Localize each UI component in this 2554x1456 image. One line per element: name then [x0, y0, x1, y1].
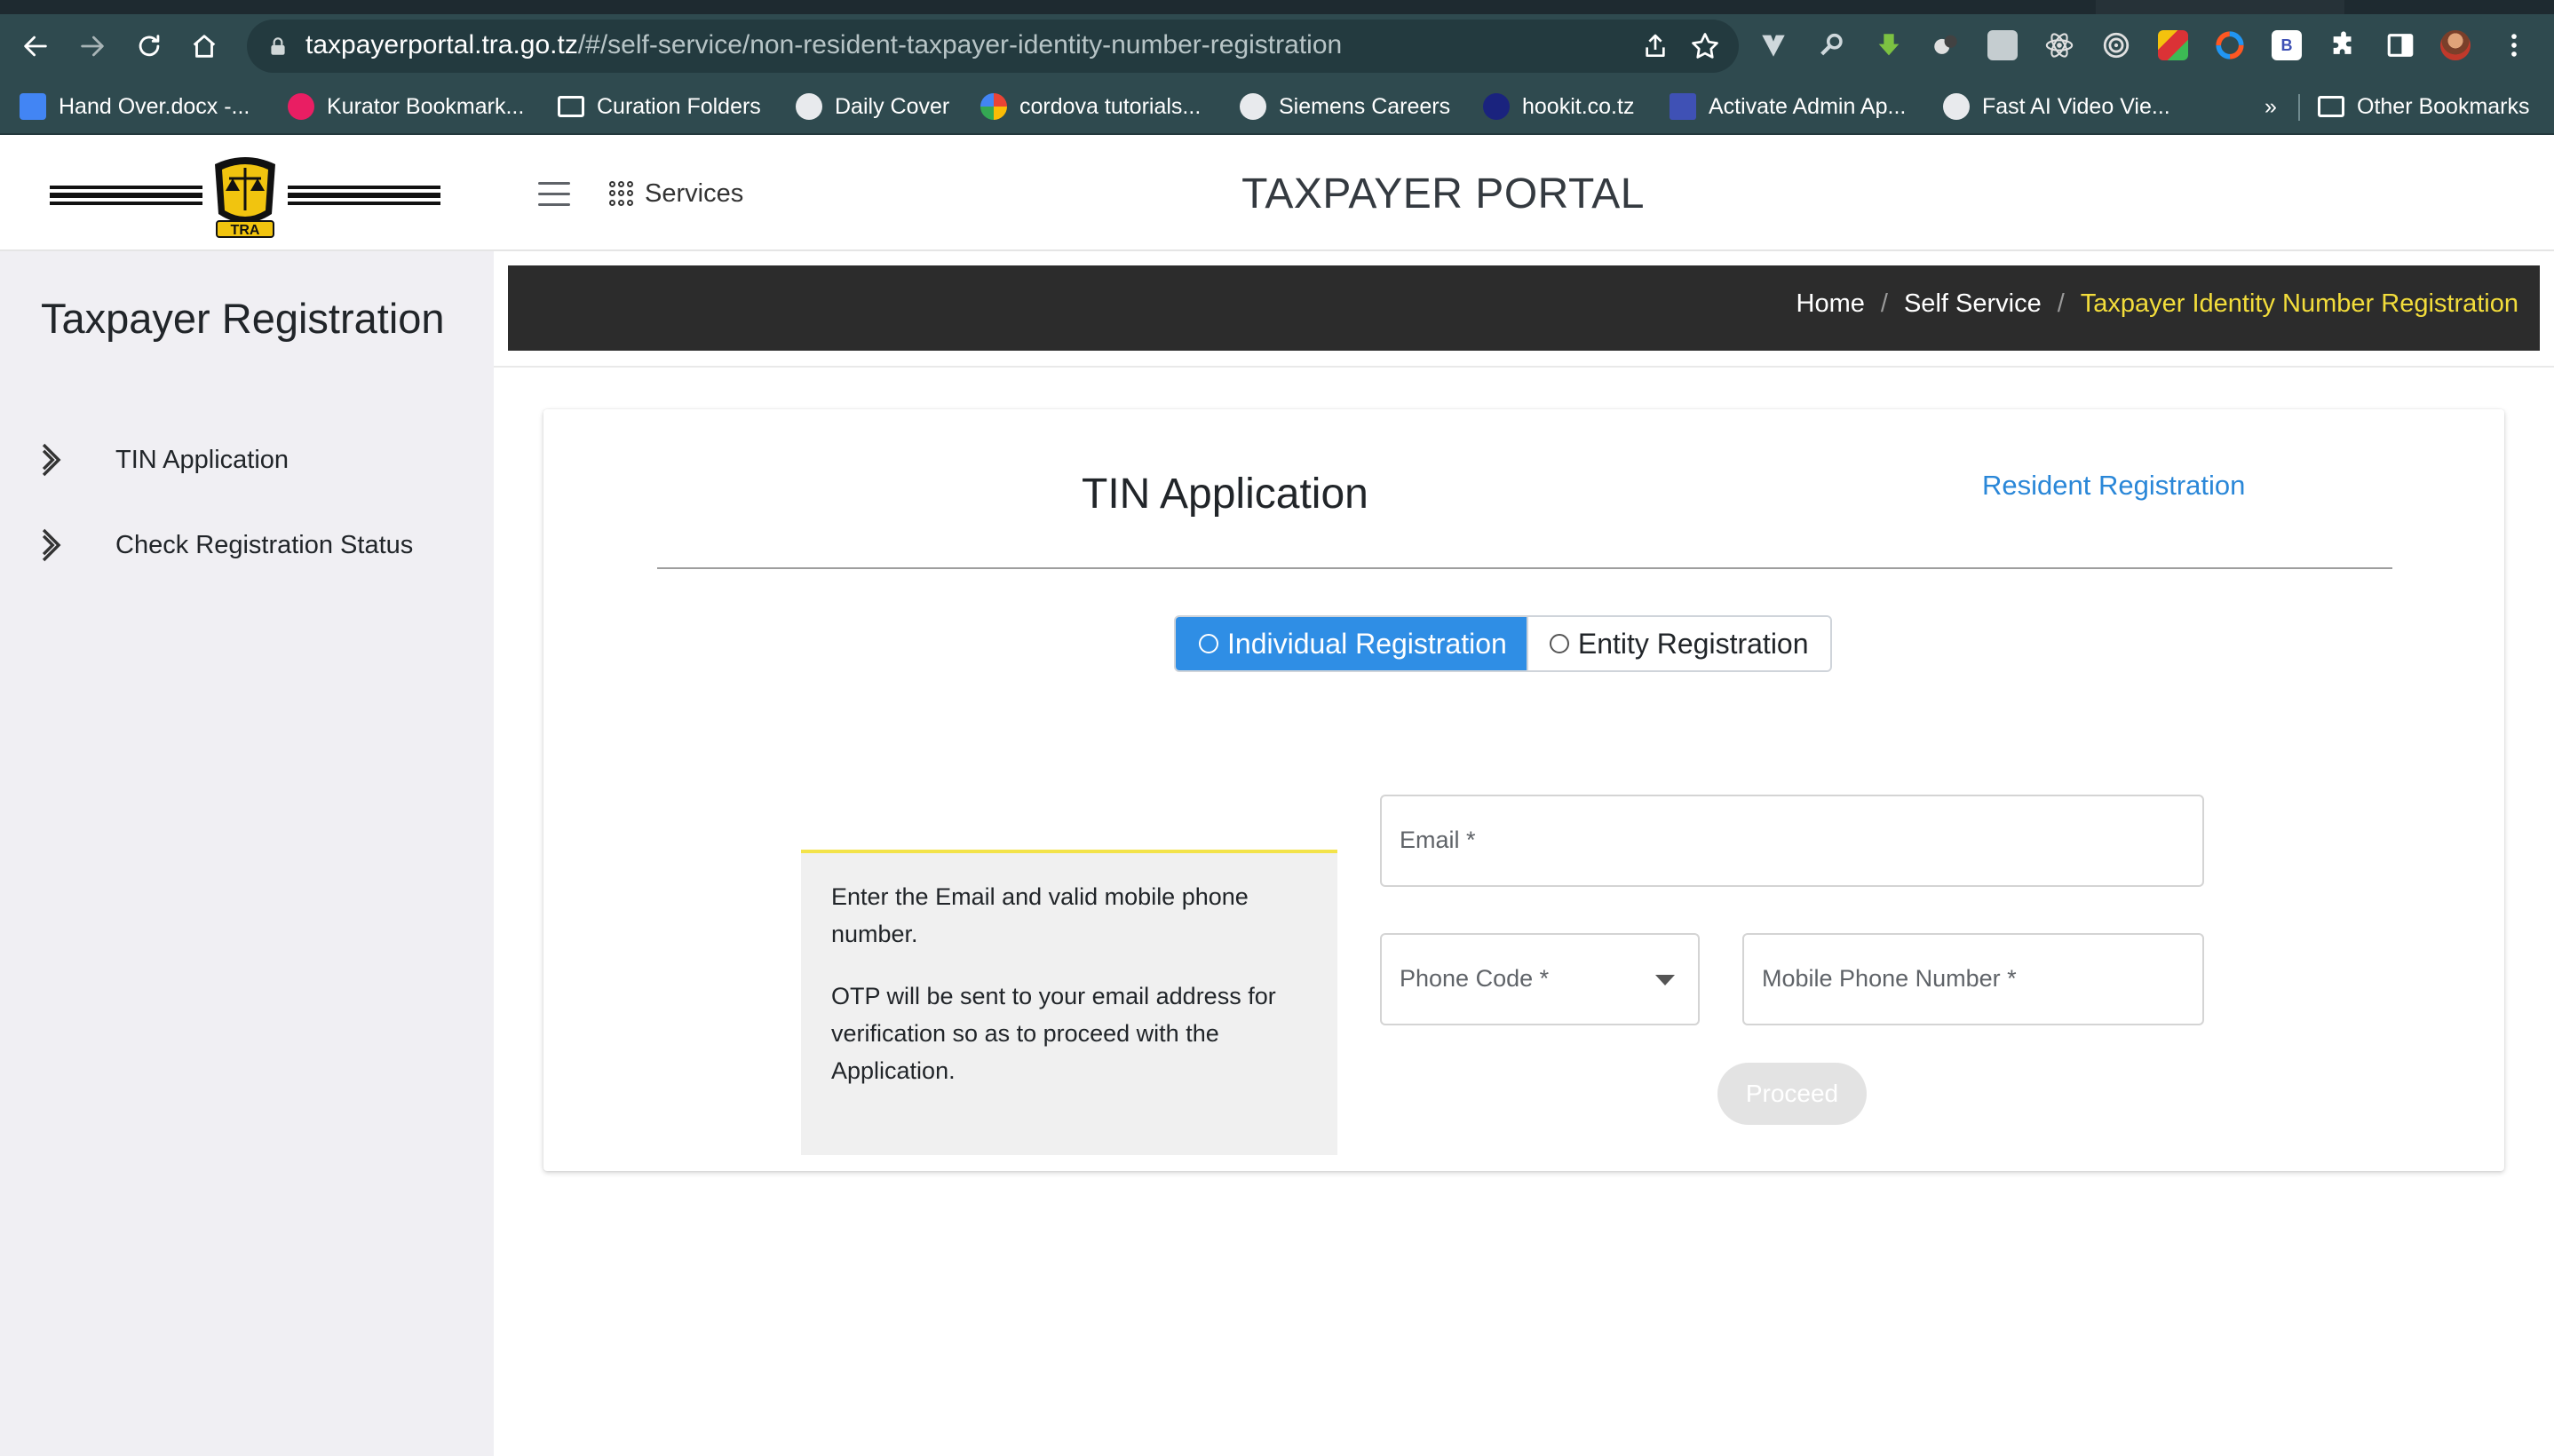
- mobile-phone-field[interactable]: Mobile Phone Number *: [1742, 933, 2204, 1025]
- bookmark-item[interactable]: Kurator Bookmark...: [288, 91, 524, 123]
- address-bar[interactable]: taxpayerportal.tra.go.tz/#/self-service/…: [247, 20, 1739, 73]
- bookmarks-separator: [2298, 94, 2300, 121]
- dropdown-arrow-icon: [1655, 975, 1675, 985]
- apps-grid-icon: [609, 181, 634, 206]
- search-extension-icon[interactable]: [1817, 30, 1847, 60]
- email-field[interactable]: Email *: [1380, 795, 2204, 887]
- media-extension-icon[interactable]: [1931, 30, 1961, 60]
- home-icon[interactable]: [185, 27, 224, 66]
- globe-icon: [1943, 93, 1970, 120]
- breadcrumb-home[interactable]: Home: [1797, 289, 1865, 319]
- bookmark-item[interactable]: Daily Cover: [796, 91, 949, 123]
- url-text: taxpayerportal.tra.go.tz/#/self-service/…: [305, 30, 1343, 59]
- sidepanel-icon[interactable]: [2385, 30, 2415, 60]
- palette-extension-icon[interactable]: [2158, 30, 2188, 60]
- profile-avatar-icon[interactable]: [2440, 30, 2471, 60]
- services-label: Services: [645, 178, 744, 208]
- lock-icon: [271, 37, 285, 55]
- puzzle-extension-icon[interactable]: [2328, 30, 2359, 60]
- sidebar-title: Taxpayer Registration: [41, 295, 445, 342]
- bookmarks-overflow-button[interactable]: »: [2264, 91, 2277, 123]
- chevron-right-icon: [42, 443, 61, 477]
- entity-registration-option[interactable]: Entity Registration: [1526, 617, 1830, 670]
- breadcrumb: Home / Self Service / Taxpayer Identity …: [508, 265, 2540, 351]
- divider: [657, 567, 2392, 569]
- browser-toolbar: taxpayerportal.tra.go.tz/#/self-service/…: [0, 14, 2554, 78]
- target-extension-icon[interactable]: [2101, 30, 2131, 60]
- globe-icon: [1240, 93, 1266, 120]
- instruction-text: Enter the Email and valid mobile phone n…: [831, 883, 1249, 947]
- menu-toggle-icon[interactable]: [538, 182, 570, 207]
- radio-icon: [1549, 634, 1569, 653]
- share-icon[interactable]: [1641, 32, 1670, 60]
- breadcrumb-current: Taxpayer Identity Number Registration: [2080, 289, 2518, 318]
- bookmarks-bar: Hand Over.docx -... Kurator Bookmark... …: [0, 78, 2554, 135]
- globe-icon: [796, 93, 822, 120]
- bookmark-item[interactable]: Activate Admin Ap...: [1670, 91, 1906, 123]
- instructions-box: Enter the Email and valid mobile phone n…: [801, 850, 1337, 1155]
- breadcrumb-separator: /: [1880, 289, 1888, 318]
- tin-application-card: TIN Application Resident Registration In…: [543, 409, 2504, 1171]
- sidebar: Taxpayer Registration TIN Application Ch…: [0, 251, 494, 1456]
- browser-tab-strip: [0, 0, 2554, 14]
- radio-icon: [1199, 634, 1218, 653]
- bookmark-item[interactable]: hookit.co.tz: [1483, 91, 1634, 123]
- other-bookmarks[interactable]: Other Bookmarks: [2318, 91, 2530, 123]
- services-menu[interactable]: Services: [609, 173, 743, 214]
- registration-type-toggle: Individual Registration Entity Registrat…: [1174, 615, 1832, 672]
- bookmark-item[interactable]: Hand Over.docx -...: [20, 91, 250, 123]
- more-menu-icon[interactable]: [2499, 30, 2529, 60]
- svg-text:TRA: TRA: [231, 223, 260, 238]
- breadcrumb-self-service[interactable]: Self Service: [1904, 289, 2042, 319]
- kurator-icon: [288, 93, 314, 120]
- forward-icon[interactable]: [73, 27, 112, 66]
- sidebar-item-label: Check Registration Status: [115, 530, 414, 559]
- google-icon: [980, 93, 1007, 120]
- vuetify-extension-icon[interactable]: [1758, 30, 1789, 60]
- back-icon[interactable]: [16, 27, 55, 66]
- card-title: TIN Application: [1082, 471, 1368, 518]
- hookit-icon: [1483, 93, 1510, 120]
- instruction-text: OTP will be sent to your email address f…: [831, 983, 1276, 1084]
- sidebar-item-tin-application[interactable]: TIN Application: [39, 438, 289, 482]
- bookmark-item[interactable]: Siemens Careers: [1240, 91, 1450, 123]
- doc-icon: [20, 93, 46, 120]
- divider: [494, 366, 2554, 368]
- breadcrumb-separator: /: [2057, 289, 2065, 318]
- bookmark-star-icon[interactable]: [1689, 30, 1721, 62]
- image-extension-icon[interactable]: [1987, 30, 2018, 60]
- bookmark-item[interactable]: cordova tutorials...: [980, 91, 1201, 123]
- reload-icon[interactable]: [130, 27, 169, 66]
- portal-title: TAXPAYER PORTAL: [1241, 170, 1645, 218]
- page: TRA Services TAXPAYER PORTAL Taxpayer Re…: [0, 136, 2554, 1456]
- folder-icon: [2318, 96, 2344, 117]
- bookmark-item[interactable]: Curation Folders: [558, 91, 761, 123]
- admin-icon: [1670, 93, 1696, 120]
- tra-logo[interactable]: TRA: [50, 152, 440, 241]
- proceed-button[interactable]: Proceed: [1717, 1063, 1867, 1125]
- individual-registration-option[interactable]: Individual Registration: [1176, 617, 1527, 670]
- sidebar-item-label: TIN Application: [115, 445, 290, 474]
- react-extension-icon[interactable]: [2044, 30, 2074, 60]
- b-extension-icon[interactable]: B: [2272, 30, 2302, 60]
- folder-icon: [558, 96, 584, 117]
- app-header: TRA Services TAXPAYER PORTAL: [0, 136, 2554, 251]
- download-extension-icon[interactable]: [1874, 30, 1904, 60]
- chevron-right-icon: [42, 528, 61, 562]
- phone-code-select[interactable]: Phone Code *: [1380, 933, 1700, 1025]
- color-wheel-extension-icon[interactable]: [2215, 30, 2245, 60]
- sidebar-item-check-registration-status[interactable]: Check Registration Status: [39, 523, 413, 567]
- resident-registration-link[interactable]: Resident Registration: [1982, 470, 2245, 502]
- bookmark-item[interactable]: Fast AI Video Vie...: [1943, 91, 2170, 123]
